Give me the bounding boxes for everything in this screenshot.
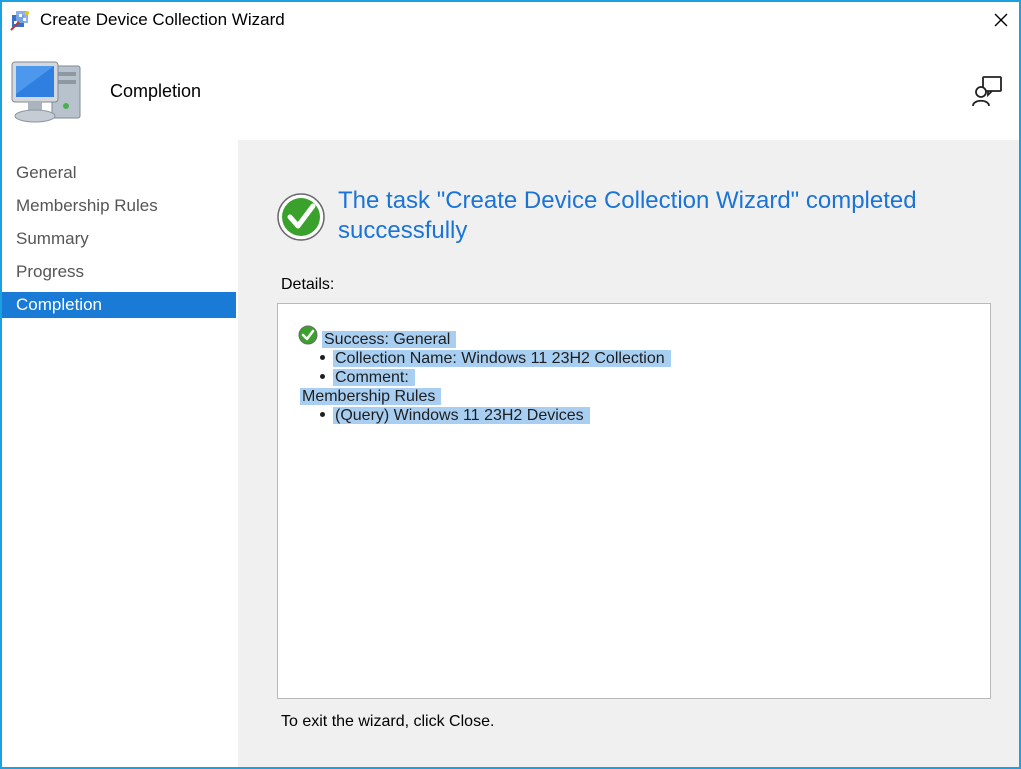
bullet	[320, 412, 325, 417]
close-button[interactable]	[983, 2, 1019, 38]
page-title: Completion	[110, 81, 202, 101]
window-title: Create Device Collection Wizard	[40, 10, 285, 29]
content-panel: The task "Create Device Collection Wizar…	[238, 140, 1019, 767]
nav-item-membership-rules[interactable]: Membership Rules	[2, 193, 236, 219]
details-collection-name: Collection Name: Windows 11 23H2 Collect…	[333, 349, 671, 368]
close-icon	[994, 13, 1008, 27]
details-box[interactable]: Success: General Collection Name: Window…	[277, 303, 991, 699]
wizard-window: Create Device Collection Wizard Completi…	[0, 0, 1021, 769]
completion-headline: The task "Create Device Collection Wizar…	[338, 187, 917, 244]
details-success-line: Success: General	[322, 330, 457, 349]
wizard-app-icon	[10, 11, 29, 31]
details-success-text: Success: General	[322, 331, 457, 348]
details-label: Details:	[281, 276, 335, 293]
details-membership-rules-text: Membership Rules	[300, 388, 442, 405]
computer-icon	[11, 61, 81, 123]
wizard-header: Completion	[2, 38, 1019, 140]
nav-item-progress[interactable]: Progress	[2, 259, 236, 285]
exit-instructions: To exit the wizard, click Close.	[281, 713, 495, 730]
details-query-rule: (Query) Windows 11 23H2 Devices	[333, 406, 590, 425]
bullet	[320, 374, 325, 379]
bullet	[320, 355, 325, 360]
success-small-icon	[298, 325, 318, 345]
details-comment-text: Comment:	[333, 369, 415, 386]
help-user-icon[interactable]	[971, 74, 1005, 108]
title-bar: Create Device Collection Wizard	[2, 2, 1019, 38]
success-check-icon	[277, 193, 325, 241]
details-comment: Comment:	[333, 368, 415, 387]
nav-item-completion[interactable]: Completion	[2, 292, 236, 318]
details-collection-name-text: Collection Name: Windows 11 23H2 Collect…	[333, 350, 671, 367]
details-membership-rules: Membership Rules	[300, 387, 442, 406]
details-query-rule-text: (Query) Windows 11 23H2 Devices	[333, 407, 590, 424]
nav-item-general[interactable]: General	[2, 160, 236, 186]
wizard-nav: General Membership Rules Summary Progres…	[2, 140, 238, 767]
nav-item-summary[interactable]: Summary	[2, 226, 236, 252]
